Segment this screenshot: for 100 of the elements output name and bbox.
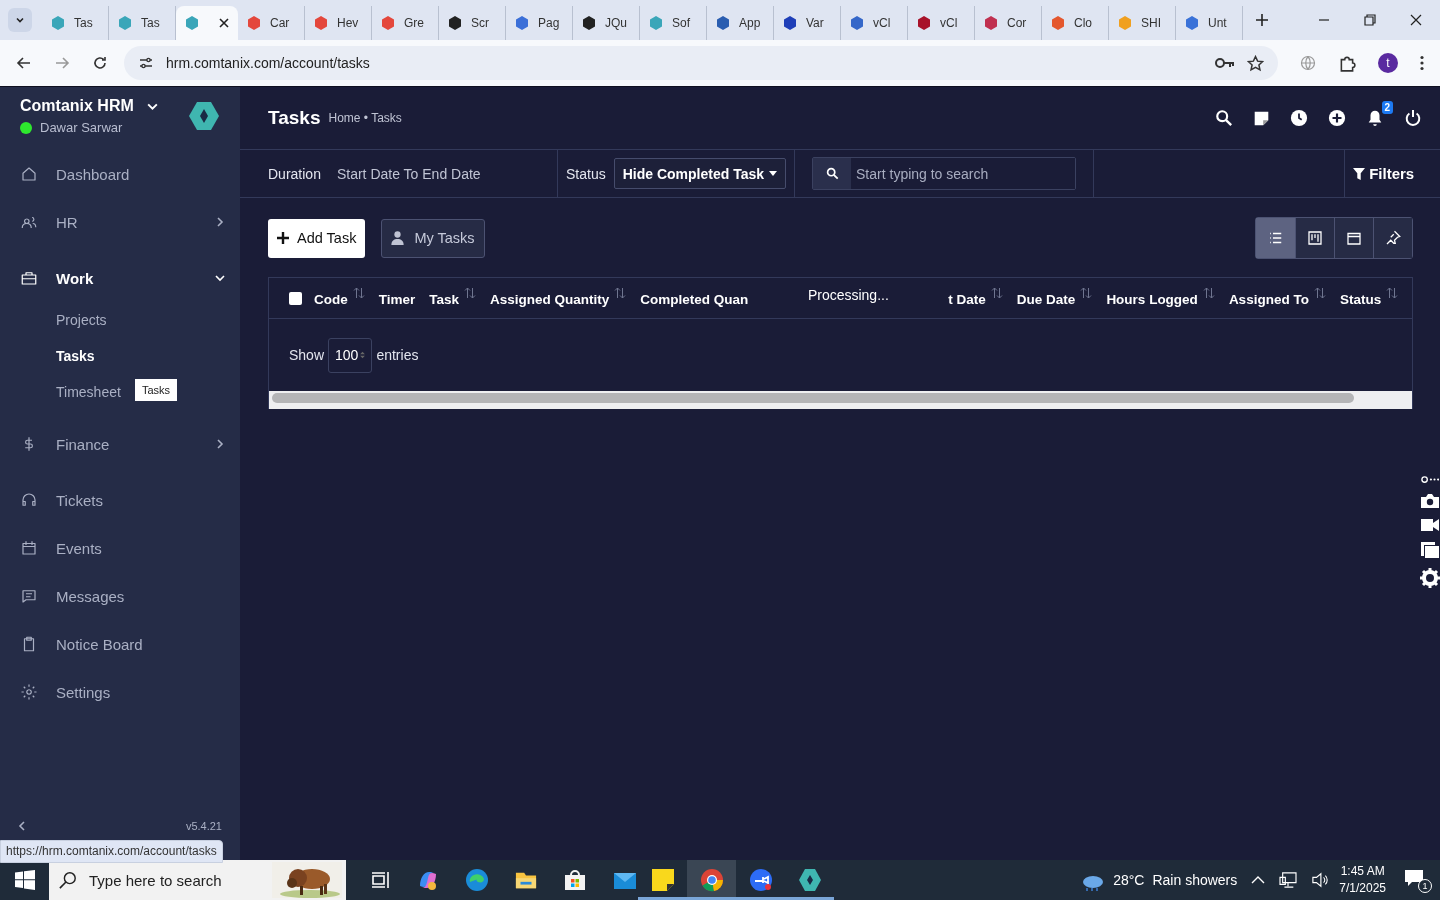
add-task-button[interactable]: Add Task xyxy=(268,218,366,258)
power-icon[interactable] xyxy=(1404,109,1423,127)
favicon-icon xyxy=(983,15,999,31)
video-camera-icon[interactable] xyxy=(1420,518,1440,532)
favicon-icon xyxy=(782,15,798,31)
search-button[interactable] xyxy=(813,158,852,189)
column-header[interactable]: Assigned To xyxy=(1228,289,1309,307)
nav-item[interactable]: HR xyxy=(0,198,240,246)
key-icon[interactable] xyxy=(1215,56,1235,70)
bookmark-star-icon[interactable] xyxy=(1247,54,1264,72)
company-name[interactable]: Comtanix HRM xyxy=(20,97,134,115)
column-header[interactable]: Hours Logged xyxy=(1106,289,1198,307)
profile-avatar[interactable]: t xyxy=(1378,53,1398,73)
column-header[interactable]: Timer xyxy=(378,289,416,307)
close-icon[interactable] xyxy=(1410,14,1422,26)
favicon-icon xyxy=(514,15,530,31)
chevron-up-icon[interactable] xyxy=(1251,876,1266,884)
nav-subitem[interactable]: Projects xyxy=(56,302,107,338)
view-toggle-button[interactable] xyxy=(1373,218,1413,258)
nav-item[interactable]: Settings xyxy=(0,668,240,716)
column-header[interactable]: t Date xyxy=(948,289,986,307)
nav-item[interactable]: Tickets xyxy=(0,476,240,524)
zoom-app-icon[interactable] xyxy=(748,868,773,892)
date-range-field[interactable]: Start Date To End Date xyxy=(336,165,481,182)
status-dropdown[interactable]: Hide Completed Task xyxy=(613,158,787,189)
link-icon[interactable] xyxy=(1421,475,1440,484)
filters-button[interactable]: Filters xyxy=(1344,150,1440,197)
column-header[interactable]: Task xyxy=(429,289,460,307)
sort-icon[interactable] xyxy=(1080,287,1093,299)
task-view-icon[interactable] xyxy=(371,870,391,890)
volume-icon[interactable] xyxy=(1311,872,1330,888)
clock-icon[interactable] xyxy=(1290,109,1309,127)
favicon-icon xyxy=(715,15,731,31)
menu-icon[interactable] xyxy=(1420,55,1424,71)
nav-item[interactable]: Events xyxy=(0,524,240,572)
clock-time[interactable]: 1:45 AM xyxy=(1340,863,1385,880)
sort-icon[interactable] xyxy=(352,287,365,299)
column-header[interactable]: Code xyxy=(314,289,348,307)
chevron-right-icon xyxy=(214,438,226,450)
select-all-checkbox[interactable] xyxy=(289,291,302,305)
extensions-icon[interactable] xyxy=(1338,54,1356,72)
view-toggle-button[interactable] xyxy=(1256,218,1296,258)
view-toggle-button[interactable] xyxy=(1334,218,1374,258)
app-logo-icon[interactable] xyxy=(797,868,822,892)
store-icon[interactable] xyxy=(563,868,587,892)
chrome-icon[interactable] xyxy=(699,868,724,892)
favicon-icon xyxy=(916,15,932,31)
horizontal-scrollbar[interactable] xyxy=(269,391,1413,409)
tab-list-button[interactable] xyxy=(8,8,32,32)
nav-item[interactable]: Messages xyxy=(0,572,240,620)
nav-item[interactable]: Notice Board xyxy=(0,620,240,668)
favicon-icon xyxy=(447,15,463,31)
clock-date[interactable]: 7/1/2025 xyxy=(1339,880,1386,897)
nav-item[interactable]: Work xyxy=(0,254,240,302)
nav-subitem[interactable]: Timesheet xyxy=(56,374,121,410)
temperature[interactable]: 28°C xyxy=(1113,872,1145,888)
version-label: v5.4.21 xyxy=(185,820,222,832)
sticky-note-icon[interactable] xyxy=(1253,109,1271,127)
sort-icon[interactable] xyxy=(1202,287,1215,299)
edge-icon[interactable] xyxy=(465,868,489,892)
taskbar-search-field[interactable]: Type here to search xyxy=(49,860,346,900)
reload-icon[interactable] xyxy=(92,55,108,71)
add-circle-icon[interactable] xyxy=(1328,109,1347,127)
nav-item[interactable]: Finance xyxy=(0,420,240,468)
search-icon[interactable] xyxy=(1215,109,1234,127)
notification-center-button[interactable]: 1 xyxy=(1402,867,1432,893)
column-header[interactable]: Status xyxy=(1339,289,1382,307)
windows-icon[interactable] xyxy=(1420,541,1440,559)
search-field[interactable]: Start typing to search xyxy=(812,157,1077,190)
nav-item[interactable]: Dashboard xyxy=(0,150,240,198)
network-icon[interactable] xyxy=(1279,872,1298,888)
restore-icon[interactable] xyxy=(1364,14,1376,26)
collapse-icon[interactable] xyxy=(16,820,28,832)
sort-icon[interactable] xyxy=(1313,287,1326,299)
start-icon[interactable] xyxy=(15,870,35,890)
sticky-notes-icon[interactable] xyxy=(650,868,675,892)
globe-icon[interactable] xyxy=(1300,55,1316,71)
weather-status[interactable]: Rain showers xyxy=(1152,872,1238,888)
logo-icon xyxy=(188,100,220,132)
site-info-icon[interactable] xyxy=(138,55,154,71)
nav-subitem[interactable]: Tasks xyxy=(56,338,95,374)
view-toggle-button[interactable] xyxy=(1295,218,1335,258)
sort-icon[interactable] xyxy=(464,287,477,299)
back-icon[interactable] xyxy=(16,55,32,71)
camera-icon[interactable] xyxy=(1420,493,1440,509)
column-header[interactable]: Assigned Quantity xyxy=(490,289,610,307)
settings-icon[interactable] xyxy=(1420,568,1440,588)
my-tasks-button[interactable]: My Tasks xyxy=(381,218,485,258)
page-length-field[interactable]: 100 xyxy=(328,337,373,373)
sort-icon[interactable] xyxy=(614,287,627,299)
search-input[interactable]: Type here to search xyxy=(87,870,262,890)
close-icon[interactable] xyxy=(218,17,230,29)
sort-icon[interactable] xyxy=(1386,287,1399,299)
sort-icon[interactable] xyxy=(990,287,1003,299)
column-header[interactable]: Due Date xyxy=(1016,289,1076,307)
address-field[interactable]: hrm.comtanix.com/account/tasks xyxy=(124,46,1278,80)
column-header[interactable]: Completed Quan xyxy=(640,289,749,307)
favicon-icon xyxy=(849,15,865,31)
new-tab-icon[interactable] xyxy=(1255,13,1269,27)
forward-icon[interactable] xyxy=(54,55,70,71)
